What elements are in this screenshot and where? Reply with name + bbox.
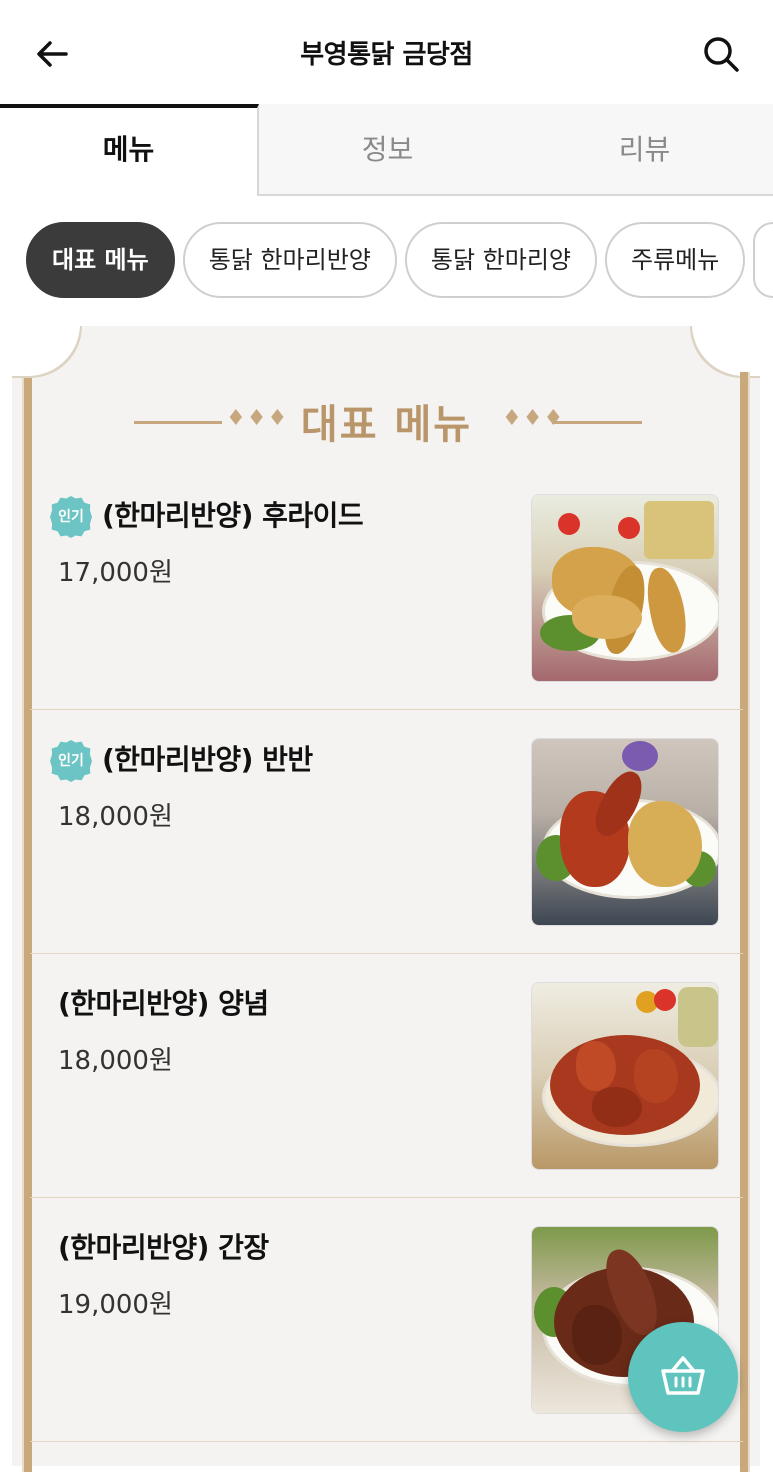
menu-item-photo xyxy=(531,982,719,1170)
menu-item-photo xyxy=(531,738,719,926)
store-tabs: 메뉴 정보 리뷰 xyxy=(0,104,773,196)
section-divider-right xyxy=(552,421,642,424)
popular-badge: 인기 xyxy=(50,496,92,538)
section-ornament-right: ♦♦♦ xyxy=(502,406,565,431)
menu-item-name: (한마리반양) 양념 xyxy=(58,987,269,1020)
chip-signature-menu[interactable]: 대표 메뉴 xyxy=(26,222,175,298)
menu-item-price: 19,000원 xyxy=(58,1290,173,1320)
menu-item[interactable]: 인기 (한마리반양) 후라이드 17,000원 xyxy=(30,466,743,710)
tab-reviews[interactable]: 리뷰 xyxy=(516,104,773,194)
menu-item-price: 18,000원 xyxy=(58,1046,173,1076)
chip-drinks[interactable]: 주류메뉴 xyxy=(605,222,746,298)
tab-info[interactable]: 정보 xyxy=(259,104,516,194)
chip-whole-half-half[interactable]: 통닭 한마리반양 xyxy=(182,222,397,298)
menu-item-name: (한마리반양) 간장 xyxy=(58,1231,269,1264)
board-corner-right xyxy=(690,326,760,378)
board-corner-left xyxy=(12,326,82,378)
tab-menu[interactable]: 메뉴 xyxy=(0,104,259,196)
app-header: 부영통닭 금당점 xyxy=(0,0,773,106)
menu-item[interactable]: 인기 (한마리반양) 반반 18,000원 xyxy=(30,710,743,954)
cart-button[interactable] xyxy=(628,1322,738,1432)
basket-icon xyxy=(661,1356,705,1395)
section-title: 대표 메뉴 xyxy=(300,402,473,448)
search-icon[interactable] xyxy=(701,34,741,74)
popular-badge: 인기 xyxy=(50,740,92,782)
page-title: 부영통닭 금당점 xyxy=(300,40,473,70)
chip-more[interactable] xyxy=(753,222,773,298)
menu-item-price: 18,000원 xyxy=(58,802,173,832)
menu-item[interactable]: (한마리반양) 양념 18,000원 xyxy=(30,954,743,1198)
chip-whole-seasoned[interactable]: 통닭 한마리양 xyxy=(404,222,597,298)
category-chips: 대표 메뉴 통닭 한마리반양 통닭 한마리양 주류메뉴 xyxy=(0,222,773,302)
menu-item-name: (한마리반양) 반반 xyxy=(102,743,313,776)
menu-item-name: (한마리반양) 후라이드 xyxy=(102,499,364,532)
menu-item-price: 17,000원 xyxy=(58,558,173,588)
menu-item-photo xyxy=(531,494,719,682)
